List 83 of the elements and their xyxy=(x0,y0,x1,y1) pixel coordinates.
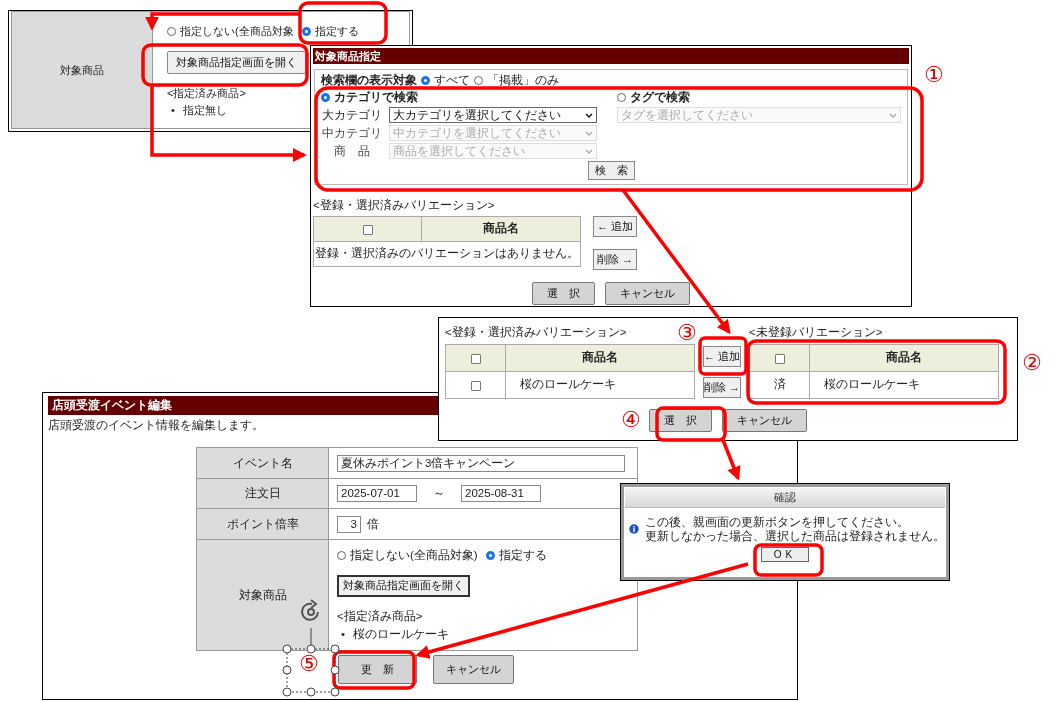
specified-heading: <指定済み商品> xyxy=(337,609,423,624)
cancel-button[interactable]: キャンセル xyxy=(722,408,807,432)
radio-label: カテゴリで検索 xyxy=(334,90,418,105)
field-label: イベント名 xyxy=(197,448,329,479)
column-header: 商品名 xyxy=(421,216,581,242)
category-select[interactable]: 大カテゴリを選択してください xyxy=(389,107,597,123)
radio-button[interactable] xyxy=(301,27,311,36)
field-label: 中カテゴリ xyxy=(321,125,383,141)
radio-label: 「掲載」のみ xyxy=(487,73,559,88)
display-target-label: 検索欄の表示対象 xyxy=(321,73,417,88)
radio-button[interactable] xyxy=(474,76,483,85)
column-header: 商品名 xyxy=(809,344,999,372)
specified-item: 桜のロールケーキ xyxy=(353,627,450,642)
highlight-frame xyxy=(655,406,727,442)
step-number: ① xyxy=(924,64,944,86)
dialog-message: 更新しなかった場合、選択した商品は登録されません。 xyxy=(645,529,945,543)
table-cell: 桜のロールケーキ xyxy=(809,371,999,399)
field-label: 対象商品 xyxy=(197,540,329,650)
point-rate-field[interactable]: 3 xyxy=(337,515,361,533)
step-number: ② xyxy=(1022,352,1042,374)
specified-heading: <指定済み商品> xyxy=(167,86,246,101)
caret-icon xyxy=(889,112,897,118)
section-heading: <登録・選択済みバリエーション> xyxy=(313,199,495,212)
open-selection-button[interactable]: 対象商品指定画面を開く xyxy=(337,575,470,597)
empty-message: 登録・選択済みのバリエーションはありません。 xyxy=(313,241,581,267)
field-label: ポイント倍率 xyxy=(197,509,329,540)
radio-label: タグで検索 xyxy=(630,90,690,105)
field-label: 商 品 xyxy=(333,143,371,159)
radio-button[interactable] xyxy=(421,76,430,85)
checkbox[interactable] xyxy=(362,224,373,235)
remove-button[interactable]: 削除 → xyxy=(593,248,638,270)
ok-button[interactable]: OK xyxy=(760,547,810,562)
step-number: ⑤ xyxy=(299,653,319,675)
add-button[interactable]: ← 追加 xyxy=(593,215,638,237)
radio-label: 指定する xyxy=(498,548,547,563)
section-heading: <未登録バリエーション> xyxy=(749,326,883,339)
radio-button[interactable] xyxy=(321,93,330,102)
specified-item: 指定無し xyxy=(182,103,227,118)
radio-button[interactable] xyxy=(485,551,495,560)
radio-label: 指定しない(全商品対象 xyxy=(180,24,294,39)
page-description: 店頭受渡のイベント情報を編集します。 xyxy=(48,418,264,433)
cancel-button[interactable]: キャンセル xyxy=(605,281,690,305)
remove-button[interactable]: 削除 → xyxy=(703,377,741,398)
dialog-title: 対象商品指定 xyxy=(313,48,909,64)
dialog-title: 確認 xyxy=(625,488,945,508)
radio-button[interactable] xyxy=(337,551,346,560)
column-header: 商品名 xyxy=(505,344,695,372)
checkbox[interactable] xyxy=(774,353,785,364)
radio-button[interactable] xyxy=(167,27,176,36)
selection-handles-drawing xyxy=(282,627,340,697)
checkbox[interactable] xyxy=(470,353,481,364)
checkbox[interactable] xyxy=(470,380,481,391)
status-cell: 済 xyxy=(749,371,810,399)
field-label: 大カテゴリ xyxy=(321,107,383,123)
date-separator: ～ xyxy=(433,486,445,501)
radio-button[interactable] xyxy=(617,93,626,102)
radio-label: 指定しない(全商品対象) xyxy=(350,548,478,563)
update-button[interactable]: 更 新 xyxy=(338,655,417,684)
open-selection-button[interactable]: 対象商品指定画面を開く xyxy=(167,51,306,74)
list-bullet: • xyxy=(171,103,175,118)
section-heading: <登録・選択済みバリエーション> xyxy=(445,326,627,339)
cancel-button[interactable]: キャンセル xyxy=(433,655,514,684)
radio-label: 指定する xyxy=(314,24,359,39)
annotation-arrow xyxy=(721,439,741,481)
radio-label: すべて xyxy=(434,73,470,88)
highlight-frame xyxy=(753,543,824,577)
table-cell: 桜のロールケーキ xyxy=(505,371,695,399)
list-bullet: • xyxy=(341,627,346,642)
event-name-field[interactable]: 夏休みポイント3倍キャンペーン xyxy=(337,454,625,472)
add-button[interactable]: ← 追加 xyxy=(703,346,741,367)
start-date-field[interactable]: 2025-07-01 xyxy=(337,485,417,502)
caret-icon xyxy=(585,148,593,154)
field-label: 対象商品 xyxy=(11,11,153,129)
field-label: 注文日 xyxy=(197,479,329,509)
caret-icon xyxy=(585,130,593,136)
unit-label: 倍 xyxy=(367,516,379,532)
step-number: ③ xyxy=(677,322,697,344)
caret-icon xyxy=(585,112,593,118)
select-button[interactable]: 選 択 xyxy=(532,281,595,305)
dialog-message: この後、親画面の更新ボタンを押してください。 xyxy=(645,515,910,529)
end-date-field[interactable]: 2025-08-31 xyxy=(461,485,541,502)
search-button[interactable]: 検 索 xyxy=(587,161,635,180)
rotate-icon xyxy=(301,599,319,621)
